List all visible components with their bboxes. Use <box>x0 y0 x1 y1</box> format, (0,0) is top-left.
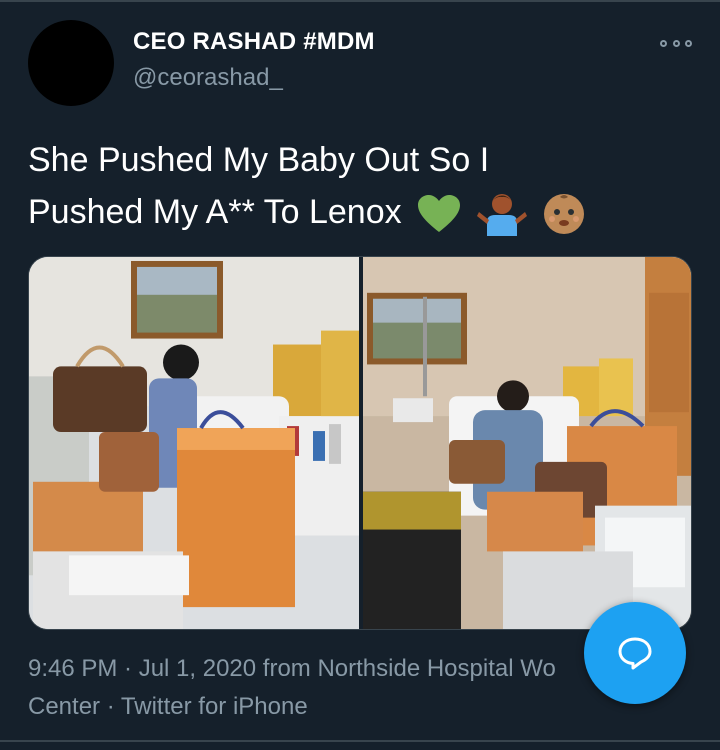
photo-left[interactable] <box>29 257 359 629</box>
man-shrugging-icon <box>476 194 527 237</box>
top-divider <box>0 0 720 2</box>
tweet-text-line-1: She Pushed My Baby Out So I <box>28 141 490 179</box>
more-dot-icon <box>672 39 680 47</box>
more-dot-icon <box>660 39 667 47</box>
bottom-divider <box>0 740 720 742</box>
reply-compose-button[interactable] <box>584 602 686 704</box>
tweet-text: She Pushed My Baby Out So I Pushed My A*… <box>28 134 698 238</box>
user-handle[interactable]: @ceorashad_ <box>133 64 283 92</box>
more-dot-icon <box>685 39 692 47</box>
chat-bubble-icon <box>618 637 652 670</box>
green-heart-icon <box>418 195 461 233</box>
display-name[interactable]: CEO RASHAD #MDM <box>133 28 375 56</box>
more-options-button[interactable] <box>660 36 692 50</box>
tweet-text-line-2-text: Pushed My A** To Lenox <box>28 193 402 231</box>
baby-face-icon <box>543 194 584 235</box>
media-grid <box>28 256 692 630</box>
photo-right[interactable] <box>363 257 692 629</box>
avatar[interactable] <box>28 20 114 106</box>
tweet-timestamp-source[interactable]: 9:46 PM · Jul 1, 2020 from Northside Hos… <box>28 650 628 688</box>
tweet-source-continued[interactable]: Center · Twitter for iPhone <box>28 688 628 726</box>
tweet-text-line-2: Pushed My A** To Lenox <box>28 186 698 238</box>
tweet-meta: 9:46 PM · Jul 1, 2020 from Northside Hos… <box>28 650 628 726</box>
